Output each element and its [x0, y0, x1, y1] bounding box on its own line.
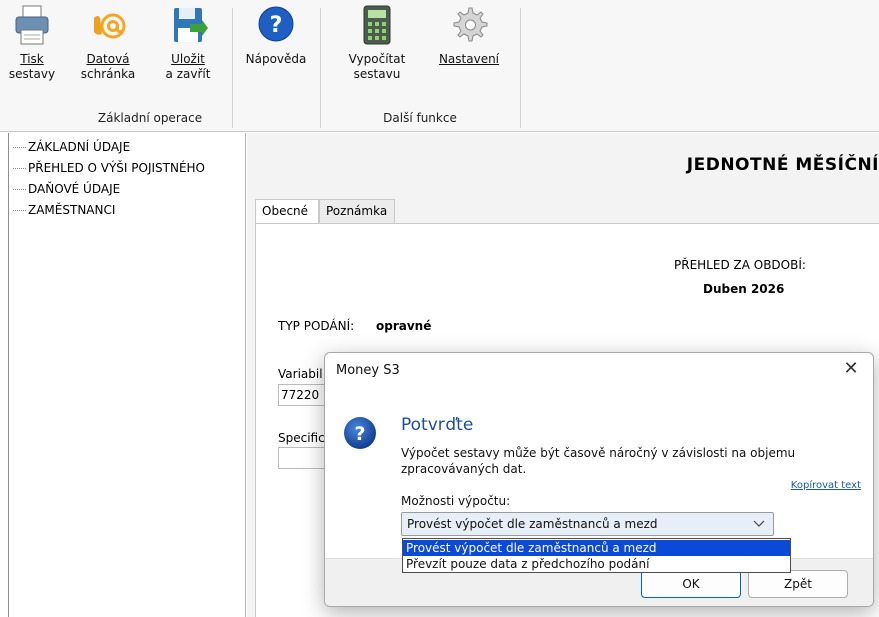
save-icon: [168, 4, 208, 48]
settings-label: Nastavení: [438, 52, 500, 66]
copy-text-link[interactable]: Kopírovat text: [791, 480, 861, 491]
group-label-more: Další funkce: [383, 111, 457, 125]
tree-item-basic-data[interactable]: ZÁKLADNÍ ÚDAJE: [13, 140, 130, 154]
navigation-tree: ZÁKLADNÍ ÚDAJE PŘEHLED O VÝŠI POJISTNÉHO…: [8, 133, 246, 617]
close-icon[interactable]: ✕: [841, 359, 861, 379]
submission-type-value: opravné: [376, 319, 432, 333]
ribbon-separator: [320, 8, 321, 128]
selected-option: Provést výpočet dle zaměstnanců a mezd: [407, 517, 658, 531]
calculator-icon: [357, 4, 397, 48]
page-title: JEDNOTNÉ MĚSÍČNÍ: [686, 155, 879, 175]
svg-text:?: ?: [270, 13, 283, 38]
data-box-button[interactable]: Datová schránka: [77, 4, 139, 82]
tab-note[interactable]: Poznámka: [319, 199, 395, 223]
email-at-icon: [88, 4, 128, 48]
ribbon-separator: [520, 8, 521, 128]
variable-symbol-value: 77220: [281, 388, 320, 402]
calculate-report-button[interactable]: Vypočítat sestavu: [346, 4, 408, 82]
tree-item-tax-data[interactable]: DAŇOVÉ ÚDAJE: [13, 182, 120, 196]
help-icon: ?: [256, 4, 296, 48]
group-label-basic: Základní operace: [97, 111, 203, 125]
dialog-message: Výpočet sestavy může být časově náročný …: [401, 446, 796, 476]
ribbon-toolbar: Tisk sestavy Datová schránka Uložit a zavří…: [0, 0, 879, 132]
dialog-heading: Potvrďte: [401, 415, 474, 435]
tree-connector: [13, 210, 26, 211]
calculation-options-select[interactable]: Provést výpočet dle zaměstnanců a mezd: [401, 512, 774, 536]
settings-button[interactable]: Nastavení: [434, 4, 504, 67]
submission-type-label: TYP PODÁNÍ:: [278, 319, 355, 333]
tab-general[interactable]: Obecné: [255, 199, 319, 225]
dialog-title: Money S3: [336, 363, 400, 378]
ribbon-separator: [232, 8, 233, 128]
svg-text:?: ?: [354, 423, 365, 445]
help-label: Nápověda: [245, 52, 307, 66]
period-label: PŘEHLED ZA OBDOBÍ:: [674, 258, 806, 272]
print-report-button[interactable]: Tisk sestavy: [6, 4, 58, 82]
period-value: Duben 2026: [703, 282, 785, 296]
dropdown-option-calculate[interactable]: Provést výpočet dle zaměstnanců a mezd: [403, 540, 790, 556]
options-label: Možnosti výpočtu:: [401, 494, 511, 508]
dropdown-option-take-previous[interactable]: Převzít pouze data z předchozího podání: [403, 556, 790, 572]
save-close-label: Uložit a zavřít: [165, 52, 211, 81]
question-icon: ?: [343, 416, 377, 450]
tree-connector: [13, 147, 26, 148]
ok-button[interactable]: OK: [641, 570, 741, 598]
calculate-report-label: Vypočítat sestavu: [348, 52, 406, 81]
options-dropdown-list: Provést výpočet dle zaměstnanců a mezd P…: [402, 538, 791, 573]
data-box-label: Datová schránka: [80, 52, 136, 81]
print-report-label: Tisk sestavy: [8, 52, 56, 81]
gear-icon: [449, 4, 489, 48]
printer-icon: [12, 4, 52, 48]
tree-item-employees[interactable]: ZAMĚSTNANCI: [13, 203, 115, 217]
tree-connector: [13, 189, 26, 190]
variable-symbol-label: Variabil: [278, 367, 323, 381]
tree-item-insurance-overview[interactable]: PŘEHLED O VÝŠI POJISTNÉHO: [13, 161, 205, 175]
chevron-down-icon: [753, 516, 765, 533]
tree-connector: [13, 168, 26, 169]
save-close-button[interactable]: Uložit a zavřít: [160, 4, 216, 82]
specific-symbol-label: Specific: [278, 431, 325, 445]
back-button[interactable]: Zpět: [748, 570, 848, 598]
help-button[interactable]: ? Nápověda: [243, 4, 309, 67]
